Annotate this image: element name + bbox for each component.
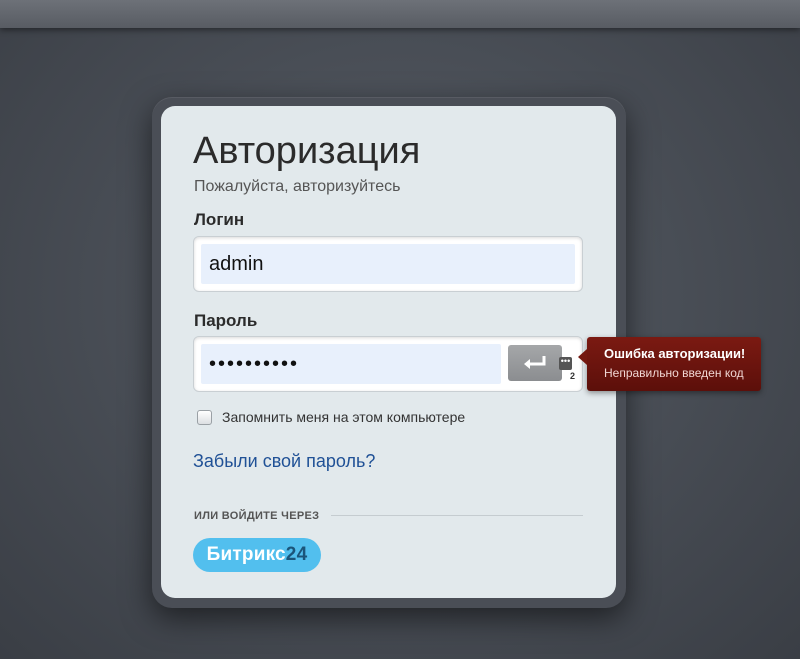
bitrix24-number: 24 (285, 544, 308, 565)
page-title: Авторизация (193, 130, 421, 172)
auth-error-tooltip: Ошибка авторизации! Неправильно введен к… (578, 337, 761, 391)
remember-checkbox[interactable] (197, 409, 212, 425)
login-label: Логин (194, 210, 245, 229)
remember-label: Запомнить меня на этом компьютере (222, 409, 466, 425)
forgot-password-link[interactable]: Забыли свой пароль? (193, 451, 375, 472)
password-label: Пароль (194, 311, 258, 330)
remember-me[interactable]: Запомнить меня на этом компьютере (197, 409, 465, 425)
top-bar (0, 0, 800, 28)
login-input[interactable] (201, 244, 575, 284)
error-message: Неправильно введен код (604, 366, 744, 380)
or-login-via-label: ИЛИ ВОЙДИТЕ ЧЕРЕЗ (194, 510, 320, 522)
keyboard-layout-count: 2 (570, 371, 576, 381)
password-field-wrapper: ••• 2 (193, 336, 583, 392)
bitrix24-text: Битрикс (206, 544, 286, 565)
password-input[interactable] (201, 344, 501, 384)
page-subtitle: Пожалуйста, авторизуйтесь (194, 178, 401, 195)
divider (331, 515, 583, 516)
bitrix24-login-button[interactable]: Битрикс 24 (193, 538, 321, 572)
error-title: Ошибка авторизации! (604, 346, 746, 361)
keyboard-icon[interactable]: ••• (559, 357, 572, 370)
enter-arrow-icon (524, 356, 546, 369)
enter-button[interactable] (508, 345, 562, 381)
auth-card: Авторизация Пожалуйста, авторизуйтесь Ло… (161, 106, 616, 598)
login-field-wrapper (193, 236, 583, 292)
